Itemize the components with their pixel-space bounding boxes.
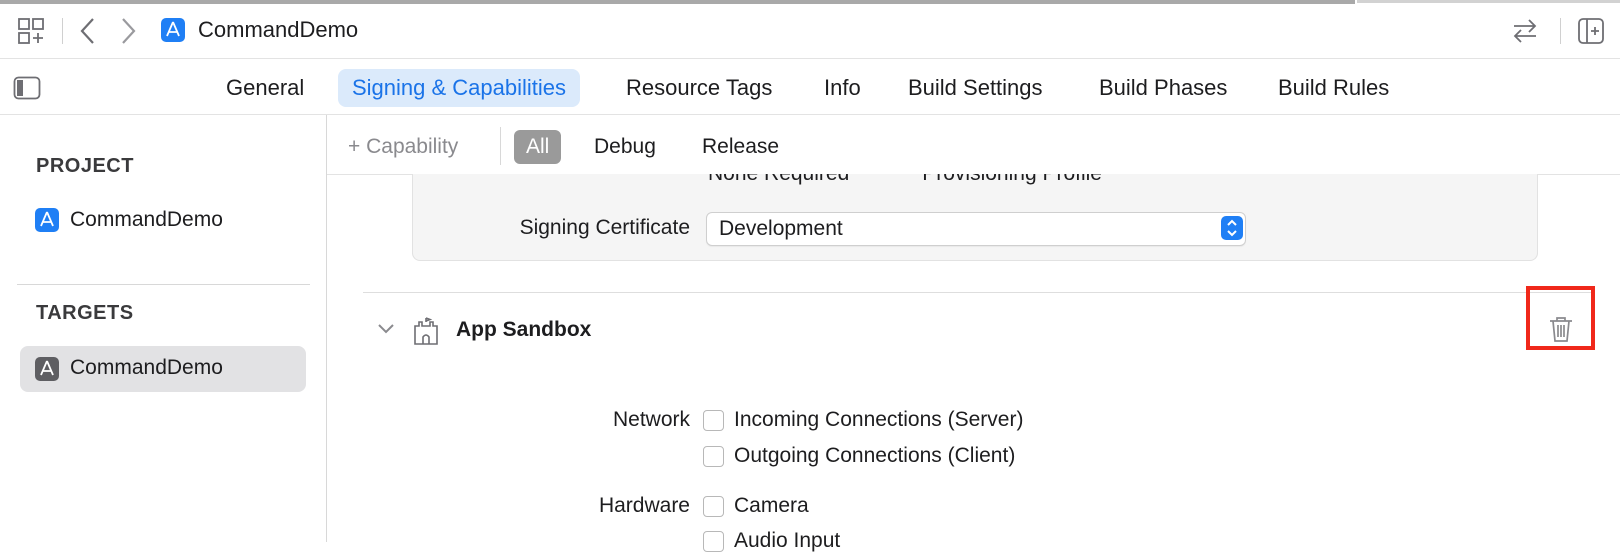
tab-resource-tags[interactable]: Resource Tags: [612, 69, 786, 107]
audio-input-label: Audio Input: [734, 529, 841, 552]
signing-certificate-popup[interactable]: Development: [706, 212, 1246, 246]
filter-release[interactable]: Release: [690, 130, 791, 164]
provisioning-profile-value: None Required: [708, 174, 849, 186]
popup-chevrons-icon: [1221, 216, 1243, 240]
window-top-edge-right: [1357, 0, 1620, 3]
window-top-edge: [0, 0, 1355, 4]
hardware-label: Hardware: [598, 494, 690, 517]
app-sandbox-title: App Sandbox: [456, 318, 592, 341]
toolbar-divider: [500, 127, 501, 165]
outgoing-connections-checkbox[interactable]: [703, 446, 724, 467]
toolbar-separator: [62, 18, 63, 44]
highlight-box: [1526, 286, 1595, 350]
network-label: Network: [612, 408, 690, 431]
tab-build-phases[interactable]: Build Phases: [1085, 69, 1241, 107]
xcode-app-icon: [161, 18, 185, 42]
filter-all[interactable]: All: [514, 130, 562, 164]
filter-debug[interactable]: Debug: [582, 130, 668, 164]
grid-layout-icon[interactable]: [17, 17, 45, 45]
chevron-right-icon[interactable]: [118, 16, 138, 46]
sidebar-divider: [17, 284, 310, 285]
sidebar-item-target-label: CommandDemo: [70, 356, 223, 379]
add-editor-icon[interactable]: [1577, 17, 1605, 45]
sandbox-castle-icon: [412, 316, 440, 346]
incoming-connections-checkbox[interactable]: [703, 410, 724, 431]
tab-signing-capabilities[interactable]: Signing & Capabilities: [338, 69, 581, 107]
camera-label: Camera: [734, 494, 809, 517]
sidebar-item-project[interactable]: CommandDemo: [70, 208, 223, 232]
signing-certificate-label: Signing Certificate: [519, 216, 690, 239]
project-section-header: PROJECT: [36, 155, 134, 177]
sidebar-toggle-icon[interactable]: [13, 76, 41, 100]
section-divider: [363, 292, 1593, 293]
tab-build-rules[interactable]: Build Rules: [1264, 69, 1403, 107]
target-app-icon: [35, 357, 59, 381]
targets-section-header: TARGETS: [36, 302, 134, 324]
scroll-clip: Provisioning Profile None Required: [412, 174, 1536, 192]
disclosure-chevron-icon[interactable]: [376, 322, 396, 336]
camera-checkbox[interactable]: [703, 496, 724, 517]
project-app-icon: [35, 208, 59, 232]
toolbar-separator-right: [1560, 18, 1561, 44]
tab-info[interactable]: Info: [810, 69, 875, 107]
chevron-left-icon[interactable]: [78, 16, 98, 46]
project-sidebar: [0, 115, 327, 542]
incoming-connections-label: Incoming Connections (Server): [734, 408, 1024, 431]
swap-arrows-icon[interactable]: [1510, 17, 1540, 45]
outgoing-connections-label: Outgoing Connections (Client): [734, 444, 1016, 467]
signing-certificate-value: Development: [719, 217, 843, 240]
provisioning-profile-label: Provisioning Profile: [922, 174, 1102, 186]
project-title: CommandDemo: [198, 17, 359, 42]
tab-general[interactable]: General: [212, 69, 318, 107]
tab-build-settings[interactable]: Build Settings: [894, 69, 1057, 107]
add-capability-button[interactable]: + Capability: [348, 132, 458, 162]
